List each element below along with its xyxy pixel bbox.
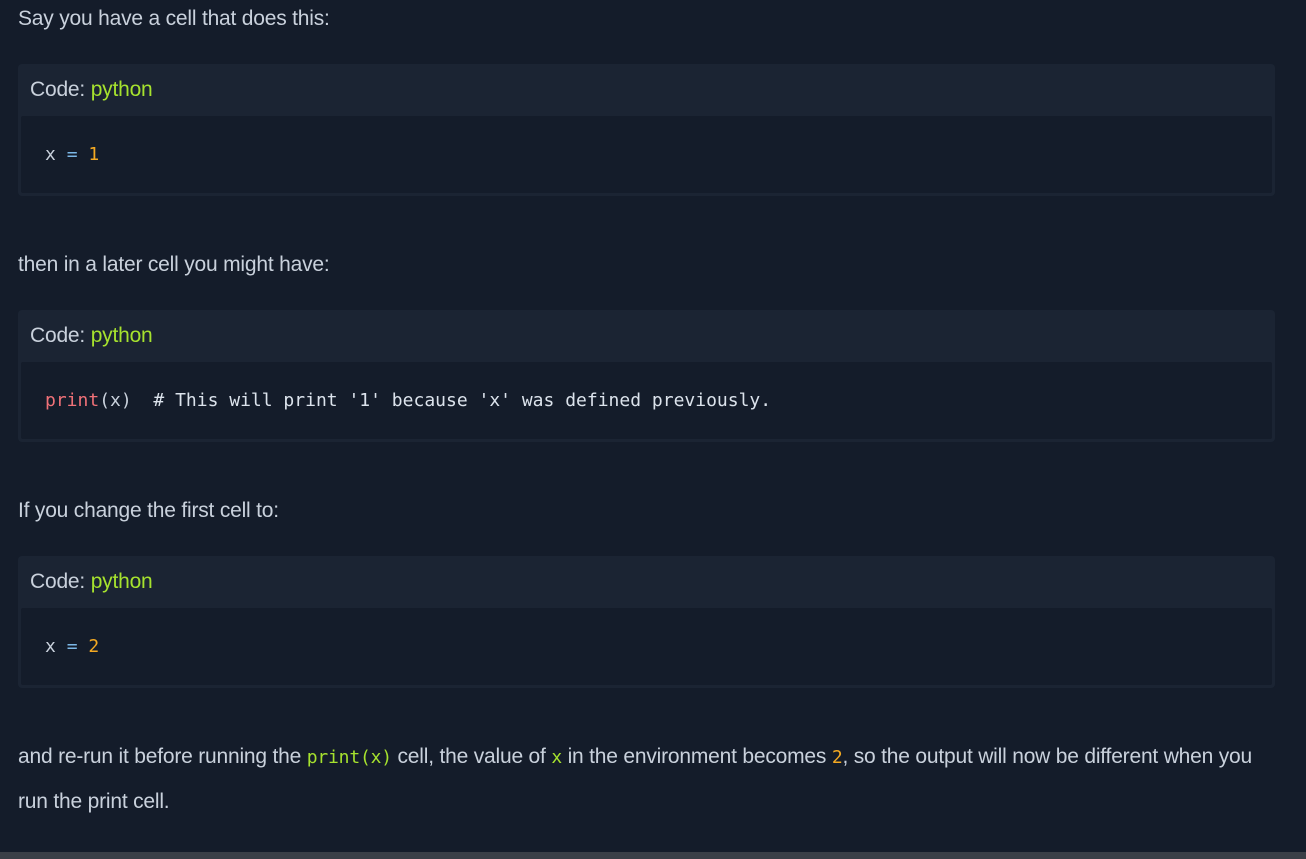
code-token-variable: x	[45, 636, 56, 657]
code-token-variable: x	[45, 144, 56, 165]
code-block-3: Code: python x = 2	[18, 556, 1275, 688]
code-token-args: (x)	[99, 390, 132, 411]
paragraph-change-cell: If you change the first cell to:	[18, 499, 279, 522]
code-body[interactable]: print(x) # This will print '1' because '…	[21, 362, 1272, 439]
paragraph-later-cell: then in a later cell you might have:	[18, 253, 330, 276]
bottom-scroll-edge	[0, 852, 1306, 859]
code-token-operator: =	[66, 636, 78, 657]
chat-message-content: Say you have a cell that does this: Code…	[18, 0, 1275, 824]
inline-code: x	[551, 747, 562, 768]
code-body[interactable]: x = 2	[21, 608, 1272, 685]
paragraph-text: and re-run it before running the	[18, 745, 307, 768]
code-token-number: 2	[88, 636, 100, 657]
code-header-label: Code:	[30, 570, 91, 593]
code-line: x = 1	[45, 142, 99, 168]
inline-code: print(x)	[306, 747, 392, 768]
code-language: python	[90, 324, 153, 347]
inline-code: 2	[831, 747, 843, 768]
code-token-operator: =	[66, 144, 78, 165]
code-line: print(x) # This will print '1' because '…	[45, 388, 771, 414]
code-header-label: Code:	[30, 78, 91, 101]
paragraph-conclusion: and re-run it before running the print(x…	[18, 735, 1275, 824]
code-header-label: Code:	[30, 324, 91, 347]
paragraph-text: cell, the value of	[391, 745, 552, 768]
code-body[interactable]: x = 1	[21, 116, 1272, 193]
code-header: Code: python	[21, 556, 1272, 608]
paragraph-text: in the environment becomes	[561, 745, 832, 768]
code-token-function: print	[45, 390, 100, 411]
code-token-number: 1	[88, 144, 100, 165]
code-header: Code: python	[21, 310, 1272, 362]
code-token-comment: # This will print '1' because 'x' was de…	[153, 390, 772, 411]
code-block-1: Code: python x = 1	[18, 64, 1275, 196]
code-block-2: Code: python print(x) # This will print …	[18, 310, 1275, 442]
code-language: python	[90, 570, 153, 593]
paragraph-intro: Say you have a cell that does this:	[18, 7, 330, 30]
code-header: Code: python	[21, 64, 1272, 116]
code-line: x = 2	[45, 634, 99, 660]
code-language: python	[90, 78, 153, 101]
